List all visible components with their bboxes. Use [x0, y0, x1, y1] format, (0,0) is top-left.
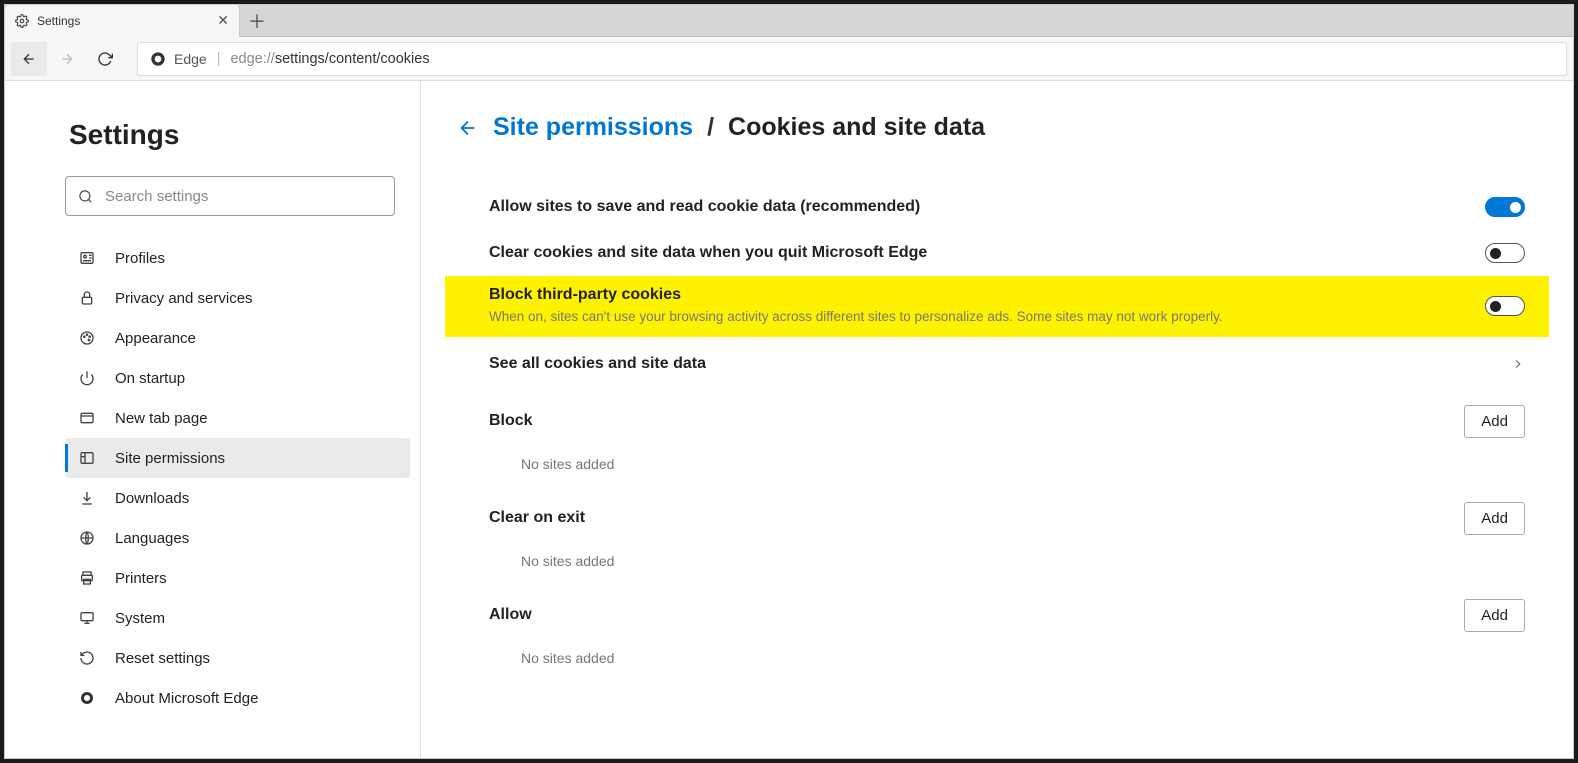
- sidebar-item-privacy[interactable]: Privacy and services: [65, 278, 410, 318]
- sidebar-item-profiles[interactable]: Profiles: [65, 238, 410, 278]
- sidebar-item-languages[interactable]: Languages: [65, 518, 410, 558]
- sidebar-item-reset[interactable]: Reset settings: [65, 638, 410, 678]
- sidebar-item-system[interactable]: System: [65, 598, 410, 638]
- sidebar-item-label: New tab page: [115, 410, 208, 427]
- setting-title: Block third-party cookies: [489, 286, 1465, 304]
- sidebar-item-startup[interactable]: On startup: [65, 358, 410, 398]
- browser-window: Settings ✕ ＋ Edge | edge://settings/cont…: [4, 4, 1574, 759]
- sidebar-item-label: System: [115, 610, 165, 627]
- address-separator: |: [217, 51, 221, 67]
- site-identity-label: Edge: [174, 51, 207, 67]
- content-area: Settings Profiles Privacy and services: [5, 81, 1573, 758]
- toggle-clear-on-quit[interactable]: [1485, 243, 1525, 263]
- section-title: Allow: [489, 606, 532, 624]
- breadcrumb-parent-link[interactable]: Site permissions: [493, 113, 693, 142]
- add-allow-button[interactable]: Add: [1464, 599, 1525, 632]
- download-icon: [79, 490, 97, 506]
- setting-allow-cookies: Allow sites to save and read cookie data…: [489, 184, 1525, 230]
- gear-icon: [15, 14, 29, 28]
- new-tab-button[interactable]: ＋: [240, 5, 274, 37]
- sidebar-item-printers[interactable]: Printers: [65, 558, 410, 598]
- setting-title: See all cookies and site data: [489, 355, 706, 373]
- section-allow: Allow Add: [489, 577, 1525, 638]
- breadcrumb: Site permissions / Cookies and site data: [457, 113, 1533, 142]
- setting-description: When on, sites can't use your browsing a…: [489, 308, 1465, 327]
- sidebar-item-label: Downloads: [115, 490, 189, 507]
- tab-strip: Settings ✕ ＋: [5, 5, 1573, 37]
- edge-icon: [79, 690, 97, 706]
- add-clear-exit-button[interactable]: Add: [1464, 502, 1525, 535]
- reset-icon: [79, 650, 97, 666]
- section-title: Clear on exit: [489, 509, 585, 527]
- close-icon[interactable]: ✕: [217, 12, 229, 29]
- forward-button[interactable]: [49, 42, 85, 76]
- nav-list: Profiles Privacy and services Appearance…: [65, 238, 410, 718]
- sidebar-item-appearance[interactable]: Appearance: [65, 318, 410, 358]
- power-icon: [79, 370, 97, 386]
- sidebar-item-downloads[interactable]: Downloads: [65, 478, 410, 518]
- sidebar-item-label: Languages: [115, 530, 189, 547]
- sidebar-heading: Settings: [69, 119, 410, 151]
- sidebar-item-label: About Microsoft Edge: [115, 690, 258, 707]
- language-icon: [79, 530, 97, 546]
- back-button[interactable]: [11, 42, 47, 76]
- url-text: edge://settings/content/cookies: [230, 51, 429, 67]
- settings-sidebar: Settings Profiles Privacy and services: [5, 81, 421, 758]
- main-panel: Site permissions / Cookies and site data…: [421, 81, 1573, 758]
- site-identity: Edge: [150, 51, 207, 67]
- address-bar[interactable]: Edge | edge://settings/content/cookies: [137, 42, 1567, 76]
- block-empty-text: No sites added: [489, 444, 1525, 480]
- setting-clear-on-quit: Clear cookies and site data when you qui…: [489, 230, 1525, 276]
- palette-icon: [79, 330, 97, 346]
- sidebar-item-label: On startup: [115, 370, 185, 387]
- toggle-allow-cookies[interactable]: [1485, 197, 1525, 217]
- search-input[interactable]: [105, 188, 382, 205]
- setting-see-all-cookies[interactable]: See all cookies and site data: [489, 337, 1525, 383]
- toolbar: Edge | edge://settings/content/cookies: [5, 37, 1573, 81]
- search-icon: [78, 189, 93, 204]
- sidebar-item-about[interactable]: About Microsoft Edge: [65, 678, 410, 718]
- allow-empty-text: No sites added: [489, 638, 1525, 674]
- add-block-button[interactable]: Add: [1464, 405, 1525, 438]
- lock-icon: [79, 290, 97, 306]
- sidebar-item-label: Profiles: [115, 250, 165, 267]
- breadcrumb-back-icon[interactable]: [457, 117, 479, 139]
- sidebar-item-label: Reset settings: [115, 650, 210, 667]
- permissions-icon: [79, 450, 97, 466]
- toggle-block-third-party[interactable]: [1485, 296, 1525, 316]
- breadcrumb-current: Cookies and site data: [728, 113, 985, 142]
- refresh-button[interactable]: [87, 42, 123, 76]
- sidebar-item-label: Site permissions: [115, 450, 225, 467]
- system-icon: [79, 610, 97, 626]
- section-title: Block: [489, 412, 533, 430]
- breadcrumb-separator: /: [707, 113, 714, 142]
- sidebar-item-site-permissions[interactable]: Site permissions: [65, 438, 410, 478]
- section-clear-on-exit: Clear on exit Add: [489, 480, 1525, 541]
- tab-title: Settings: [37, 14, 209, 28]
- newtab-icon: [79, 410, 97, 426]
- sidebar-item-label: Appearance: [115, 330, 196, 347]
- setting-title: Clear cookies and site data when you qui…: [489, 244, 1465, 262]
- section-block: Block Add: [489, 383, 1525, 444]
- sidebar-item-newtab[interactable]: New tab page: [65, 398, 410, 438]
- search-settings[interactable]: [65, 176, 395, 216]
- tab-settings[interactable]: Settings ✕: [5, 5, 240, 37]
- printer-icon: [79, 570, 97, 586]
- sidebar-item-label: Privacy and services: [115, 290, 253, 307]
- sidebar-item-label: Printers: [115, 570, 167, 587]
- setting-title: Allow sites to save and read cookie data…: [489, 198, 1465, 216]
- profile-icon: [79, 250, 97, 266]
- chevron-right-icon: [1511, 357, 1525, 371]
- clear-exit-empty-text: No sites added: [489, 541, 1525, 577]
- settings-list: Allow sites to save and read cookie data…: [457, 184, 1533, 674]
- edge-logo-icon: [150, 51, 166, 67]
- setting-block-third-party: Block third-party cookies When on, sites…: [445, 276, 1549, 337]
